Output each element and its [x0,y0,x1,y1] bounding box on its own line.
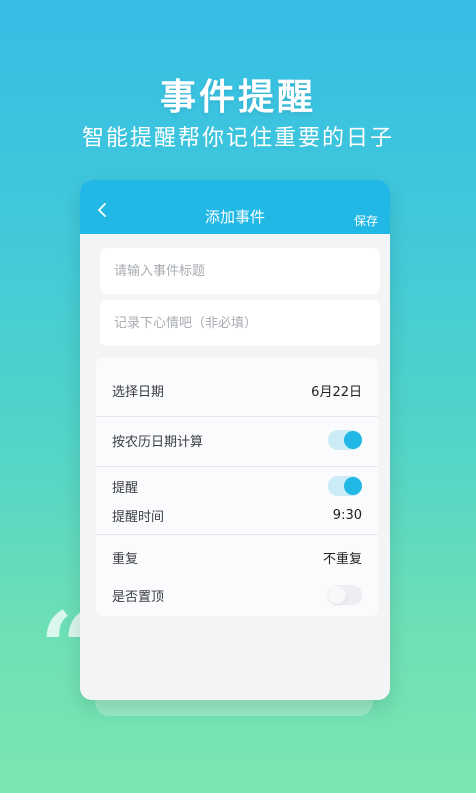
settings-panel: 选择日期 6月22日 按农历日期计算 提醒 提醒时间 9:30 重复 不重复 是… [96,358,378,616]
divider [96,416,378,417]
repeat-row[interactable]: 重复 不重复 [96,540,378,574]
mood-field[interactable] [100,300,380,346]
pin-top-toggle[interactable] [328,585,362,605]
lunar-toggle[interactable] [328,430,362,450]
toggle-knob [328,586,346,604]
hero-title: 事件提醒 [159,77,316,118]
reminder-toggle[interactable] [328,476,362,496]
hero-subtitle: 智能提醒帮你记住重要的日子 [81,126,394,151]
reminder-label: 提醒 [112,480,139,496]
divider [96,534,378,535]
toggle-knob [344,431,362,449]
pin-top-row: 是否置顶 [96,578,378,612]
save-button[interactable]: 保存 [354,212,378,229]
lunar-label: 按农历日期计算 [112,434,204,450]
repeat-value[interactable]: 不重复 [323,548,362,567]
pin-top-label: 是否置顶 [112,589,165,605]
app-header: 添加事件 保存 [80,180,390,234]
header-title: 添加事件 [204,208,265,226]
date-row[interactable]: 选择日期 6月22日 [96,372,378,408]
lunar-row: 按农历日期计算 [96,422,378,458]
date-value[interactable]: 6月22日 [311,381,362,400]
toggle-knob [344,477,362,495]
mood-input[interactable] [114,315,366,331]
reminder-time-row[interactable]: 提醒时间 9:30 [96,498,378,532]
app-screen: 添加事件 保存 选择日期 6月22日 按农历日期计算 提醒 提醒时间 9:30 … [80,180,390,700]
date-label: 选择日期 [112,384,165,400]
reminder-time-label: 提醒时间 [112,509,165,525]
divider [96,466,378,467]
repeat-label: 重复 [112,551,139,567]
event-title-input[interactable] [114,263,366,279]
event-title-field[interactable] [100,248,380,294]
reminder-time-value[interactable]: 9:30 [333,508,362,523]
